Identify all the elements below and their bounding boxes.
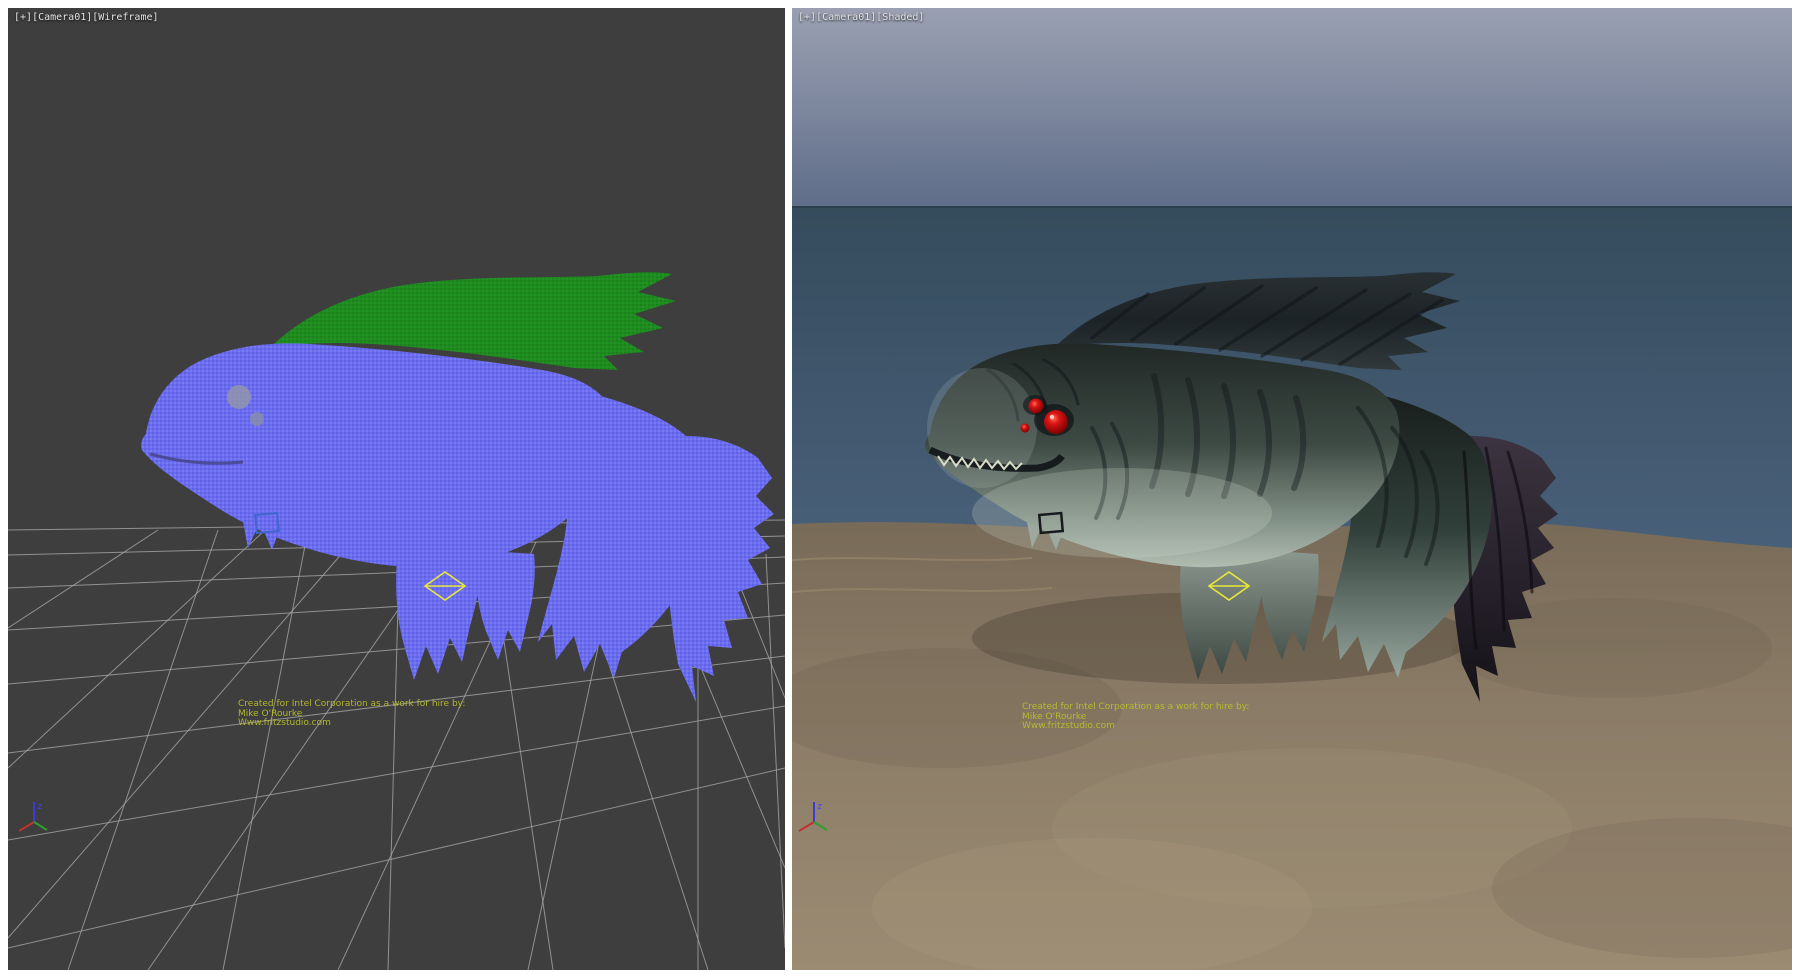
viewport-menu-button[interactable]: [+]: [798, 12, 816, 23]
viewport-camera-menu[interactable]: [Camera01]: [816, 12, 876, 23]
fish-model-wireframe[interactable]: [141, 272, 774, 702]
viewport-menu-button[interactable]: [+]: [14, 12, 32, 23]
viewport-area: z [+][Camera01][Wireframe] Created for I…: [0, 0, 1800, 978]
fish-eye-highlight: [1050, 415, 1054, 419]
watermark-line3: Www.fritzstudio.com: [238, 719, 465, 729]
fish-eye-large: [227, 385, 251, 409]
fish-eye-large: [1044, 410, 1068, 434]
world-axis-tripod: z: [19, 802, 47, 831]
watermark-text: Created for Intel Corporation as a work …: [238, 700, 465, 729]
watermark-line3: Www.fritzstudio.com: [1022, 722, 1249, 732]
viewport-label-right: [+][Camera01][Shaded]: [798, 12, 924, 23]
fish-eye-small: [1021, 424, 1030, 433]
viewport-shading-menu[interactable]: [Shaded]: [876, 12, 924, 23]
viewport-camera-menu[interactable]: [Camera01]: [32, 12, 92, 23]
fish-eye-mid: [1029, 399, 1044, 414]
axis-z-label: z: [817, 802, 822, 812]
sky-background: [792, 8, 1792, 209]
axis-z-label: z: [37, 802, 42, 812]
viewport-shading-menu[interactable]: [Wireframe]: [92, 12, 158, 23]
viewport-label-left: [+][Camera01][Wireframe]: [14, 12, 159, 23]
watermark-text: Created for Intel Corporation as a work …: [1022, 703, 1249, 732]
fish-eye-small: [250, 412, 264, 426]
viewport-wireframe[interactable]: z [+][Camera01][Wireframe] Created for I…: [8, 8, 785, 970]
viewport-shaded[interactable]: z [+][Camera01][Shaded] Created for Inte…: [792, 8, 1792, 970]
